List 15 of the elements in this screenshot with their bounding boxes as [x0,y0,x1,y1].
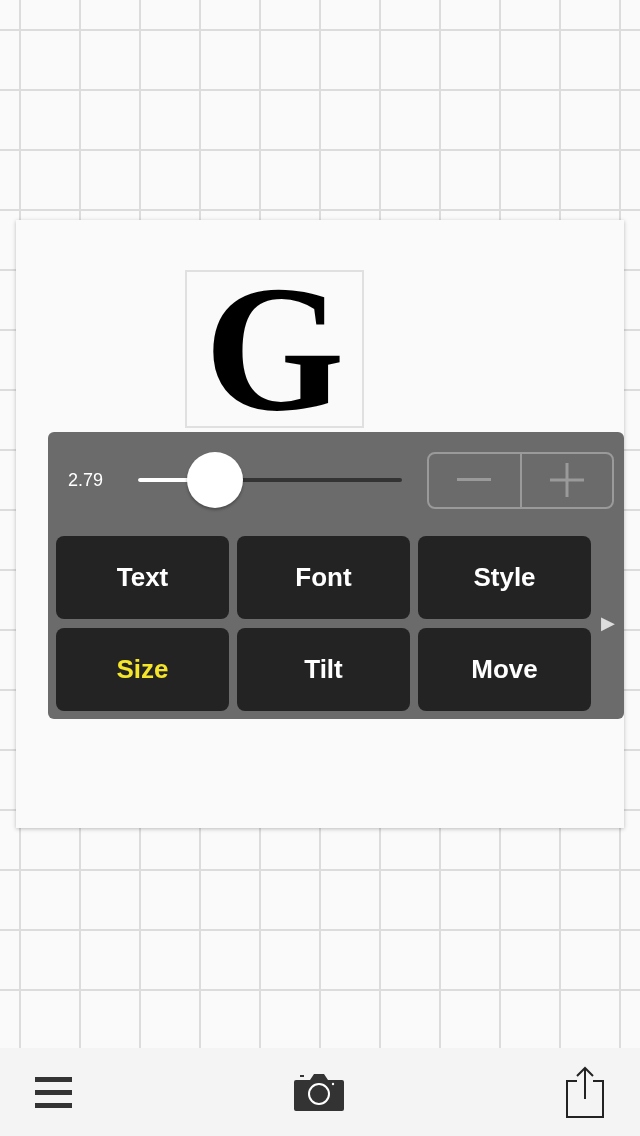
tool-button[interactable]: Font [237,536,410,619]
tool-button[interactable]: Text [56,536,229,619]
camera-icon[interactable] [293,1073,344,1111]
menu-icon[interactable] [35,1076,72,1108]
tool-button[interactable]: Tilt [237,628,410,711]
size-reading: 2.79 [67,468,105,492]
minus-icon [457,478,492,482]
letter-frame[interactable]: G [185,270,364,428]
plus-icon [549,463,584,497]
slider-thumb[interactable] [186,452,243,508]
tool-button[interactable]: Style [418,536,591,619]
tool-button[interactable]: Size [56,628,229,711]
more-arrow[interactable]: ▶ [601,610,615,637]
share-icon[interactable] [565,1066,605,1118]
tool-button[interactable]: Move [418,628,591,711]
